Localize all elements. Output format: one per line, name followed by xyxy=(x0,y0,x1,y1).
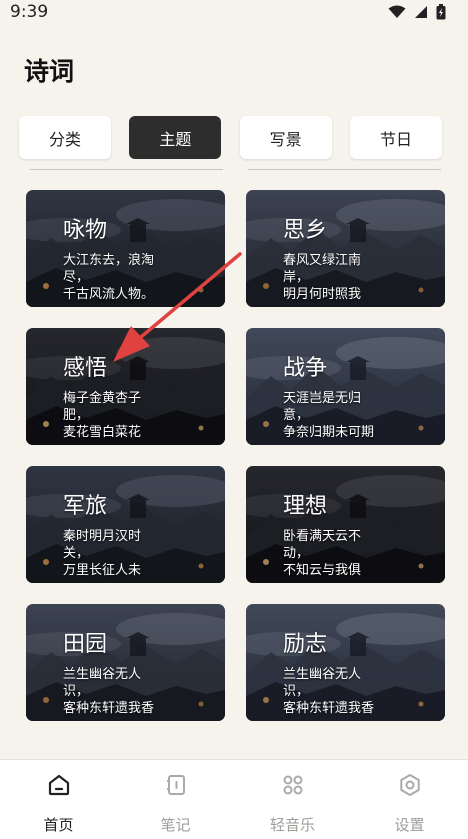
theme-card[interactable]: 理想 卧看满天云不 动， 不知云与我俱 xyxy=(246,466,445,583)
grid-icon xyxy=(280,772,306,798)
notebook-icon xyxy=(163,772,189,798)
card-title: 理想 xyxy=(283,494,328,519)
card-verse: 兰生幽谷无人 识， 客种东轩遗我香 xyxy=(283,667,375,716)
status-time: 9:39 xyxy=(10,2,49,22)
theme-card[interactable]: 感悟 梅子金黄杏子 肥， 麦花雪白菜花 xyxy=(26,328,225,445)
home-icon xyxy=(46,772,72,798)
theme-card[interactable]: 田园 兰生幽谷无人 识， 客种东轩遗我香 xyxy=(26,604,225,721)
nav-music[interactable]: 轻音乐 xyxy=(234,760,351,839)
category-tabs: 分类 主题 写景 节日 xyxy=(19,116,442,160)
card-verse: 大江东去，浪淘 尽， 千古风流人物。 xyxy=(63,253,155,302)
bottom-nav: 首页 笔记 轻音乐 设置 xyxy=(0,759,468,839)
card-title: 思乡 xyxy=(283,218,328,243)
card-verse: 春风又绿江南 岸， 明月何时照我 xyxy=(283,253,362,302)
nav-label: 首页 xyxy=(43,816,74,834)
tab-theme[interactable]: 主题 xyxy=(129,116,222,159)
nav-notes[interactable]: 笔记 xyxy=(117,760,234,839)
wifi-icon xyxy=(388,5,406,18)
theme-card[interactable]: 军旅 秦时明月汉时 关， 万里长征人未 xyxy=(26,466,225,583)
page-title: 诗词 xyxy=(24,57,75,86)
tab-scenery[interactable]: 写景 xyxy=(239,116,332,159)
card-verse: 天涯岂是无归 意， 争奈归期未可期 xyxy=(283,391,375,440)
card-title: 感悟 xyxy=(63,356,108,381)
tab-category[interactable]: 分类 xyxy=(19,116,111,159)
tab-festival[interactable]: 节日 xyxy=(349,116,442,159)
settings-icon xyxy=(397,772,423,798)
status-bar: 9:39 xyxy=(0,0,468,24)
card-title: 咏物 xyxy=(63,218,108,243)
card-verse: 秦时明月汉时 关， 万里长征人未 xyxy=(63,529,142,578)
divider-right xyxy=(248,169,441,170)
nav-settings[interactable]: 设置 xyxy=(351,760,468,839)
card-title: 战争 xyxy=(283,356,328,381)
status-icons xyxy=(388,4,446,20)
theme-grid: 咏物 大江东去，浪淘 尽， 千古风流人物。 思乡 春风又绿江南 岸， 明月何时照… xyxy=(26,190,446,721)
theme-card[interactable]: 咏物 大江东去，浪淘 尽， 千古风流人物。 xyxy=(26,190,225,307)
nav-label: 设置 xyxy=(394,816,425,834)
card-verse: 卧看满天云不 动， 不知云与我俱 xyxy=(283,529,362,578)
card-verse: 兰生幽谷无人 识， 客种东轩遗我香 xyxy=(63,667,155,716)
battery-icon xyxy=(436,4,446,20)
theme-card[interactable]: 励志 兰生幽谷无人 识， 客种东轩遗我香 xyxy=(246,604,445,721)
signal-icon xyxy=(415,6,427,18)
nav-label: 轻音乐 xyxy=(269,816,315,834)
card-title: 田园 xyxy=(63,632,108,657)
card-title: 军旅 xyxy=(63,494,108,519)
theme-card[interactable]: 战争 天涯岂是无归 意， 争奈归期未可期 xyxy=(246,328,445,445)
nav-label: 笔记 xyxy=(160,816,191,834)
nav-home[interactable]: 首页 xyxy=(0,760,117,839)
card-verse: 梅子金黄杏子 肥， 麦花雪白菜花 xyxy=(63,391,142,440)
theme-card[interactable]: 思乡 春风又绿江南 岸， 明月何时照我 xyxy=(246,190,445,307)
divider-left xyxy=(30,169,223,170)
card-title: 励志 xyxy=(283,632,328,657)
